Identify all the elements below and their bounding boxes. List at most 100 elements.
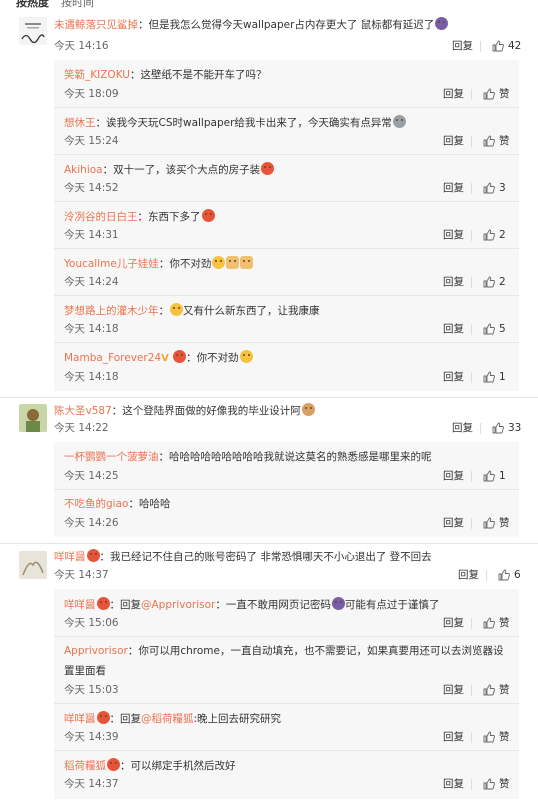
thumbs-up-icon <box>483 684 495 696</box>
reply-button[interactable]: 回复 <box>443 275 464 289</box>
username[interactable]: 咩咩醤 <box>64 599 96 611</box>
mention-link[interactable]: @稻荷糧狐 <box>141 713 194 725</box>
emoji-icon <box>301 403 315 416</box>
separator <box>471 230 472 241</box>
username[interactable]: Youcallme儿子娃娃 <box>64 258 159 270</box>
comment-text: 这个登陆界面做的好像我的毕业设计阿 <box>122 405 301 417</box>
username[interactable]: 想休王 <box>64 117 96 129</box>
username[interactable]: 稻荷糧狐 <box>64 760 106 772</box>
reply-button[interactable]: 回复 <box>443 616 464 630</box>
like-button[interactable]: 33 <box>492 421 521 435</box>
reply-text: 你可以用chrome，一直自动填充，也不需要记，如果真要用还可以去浏览器设 <box>138 645 504 657</box>
username[interactable]: 一杯鹦鹦一个菠萝油 <box>64 451 159 463</box>
reply-button[interactable]: 回复 <box>443 181 464 195</box>
reply-button[interactable]: 回复 <box>443 777 464 791</box>
divider <box>54 248 519 249</box>
like-button[interactable]: 赞 <box>483 616 510 630</box>
username[interactable]: 咩咩醤 <box>54 551 86 563</box>
reply-button[interactable]: 回复 <box>443 87 464 101</box>
divider <box>0 397 538 398</box>
username[interactable]: 笑簕_KIZOKU <box>64 69 130 81</box>
avatar[interactable] <box>19 551 47 579</box>
like-button[interactable]: 3 <box>483 181 506 195</box>
reply-time: 今天 15:03 <box>64 684 119 696</box>
username[interactable]: 不吃鱼的giao <box>64 498 128 510</box>
divider <box>54 489 519 490</box>
username[interactable]: Akihioa <box>64 164 103 176</box>
like-count: 赞 <box>499 684 510 696</box>
reply-time: 今天 14:37 <box>64 778 119 790</box>
separator <box>471 183 472 194</box>
emoji-icon <box>96 711 110 724</box>
like-count: 6 <box>514 569 521 581</box>
reply-text: 双十一了，该买个大点的房子装 <box>113 164 261 176</box>
emoji-icon <box>201 209 215 222</box>
reply-time: 今天 14:18 <box>64 323 119 335</box>
reply-button[interactable]: 回复 <box>443 370 464 384</box>
tab-sort-hot[interactable]: 按热度 <box>16 0 49 9</box>
reply-button[interactable]: 回复 <box>452 39 473 53</box>
emoji-icon <box>86 549 100 562</box>
divider <box>54 750 519 751</box>
reply-button[interactable]: 回复 <box>452 421 473 435</box>
username[interactable]: 咩咩醤 <box>64 713 96 725</box>
reply-time: 今天 14:18 <box>64 371 119 383</box>
like-button[interactable]: 6 <box>498 568 521 582</box>
username[interactable]: 陈大圣v587 <box>54 405 112 417</box>
like-count: 42 <box>508 40 522 52</box>
reply-text: 你不对劲 <box>169 258 212 270</box>
reply-button[interactable]: 回复 <box>443 228 464 242</box>
thumbs-up-icon <box>483 276 495 288</box>
like-button[interactable]: 赞 <box>483 87 510 101</box>
like-button[interactable]: 42 <box>492 39 521 53</box>
separator <box>471 518 472 529</box>
like-count: 33 <box>508 422 522 434</box>
thumbs-up-icon <box>483 229 495 241</box>
avatar[interactable] <box>19 404 47 432</box>
like-button[interactable]: 1 <box>483 370 506 384</box>
like-button[interactable]: 1 <box>483 469 506 483</box>
tab-sort-time[interactable]: 按时间 <box>61 0 94 9</box>
separator <box>471 136 472 147</box>
reply-button[interactable]: 回复 <box>443 683 464 697</box>
reply-time: 今天 14:52 <box>64 182 119 194</box>
like-count: 赞 <box>499 778 510 790</box>
like-button[interactable]: 2 <box>483 275 506 289</box>
emoji-icon <box>107 758 120 771</box>
like-count: 赞 <box>499 517 510 529</box>
separator <box>471 324 472 335</box>
username[interactable]: Apprivorisor <box>64 645 128 657</box>
like-button[interactable]: 赞 <box>483 730 510 744</box>
like-count: 赞 <box>499 135 510 147</box>
reply-button[interactable]: 回复 <box>443 516 464 530</box>
username[interactable]: 泠冽谷的日白王 <box>64 211 138 223</box>
reply-time: 今天 15:06 <box>64 617 119 629</box>
separator <box>471 277 472 288</box>
username[interactable]: 梦想路上的灌木少年 <box>64 305 159 317</box>
separator <box>471 685 472 696</box>
like-button[interactable]: 2 <box>483 228 506 242</box>
avatar[interactable] <box>19 17 47 45</box>
username[interactable]: 未遇鲸落只见鲨掉 <box>54 19 138 31</box>
reply-text: 东西下多了 <box>148 211 201 223</box>
like-button[interactable]: 赞 <box>483 683 510 697</box>
mention-link[interactable]: @Apprivorisor <box>141 599 215 611</box>
reply-button[interactable]: 回复 <box>443 134 464 148</box>
like-button[interactable]: 赞 <box>483 134 510 148</box>
reply-button[interactable]: 回复 <box>458 568 479 582</box>
reply-button[interactable]: 回复 <box>443 730 464 744</box>
separator <box>480 423 481 434</box>
reply-button[interactable]: 回复 <box>443 469 464 483</box>
thumbs-up-icon <box>483 470 495 482</box>
username[interactable]: Mamba_Forever24 <box>64 352 161 364</box>
thumbs-up-icon <box>483 371 495 383</box>
like-button[interactable]: 赞 <box>483 516 510 530</box>
reply-time: 今天 14:31 <box>64 229 119 241</box>
like-count: 赞 <box>499 617 510 629</box>
reply-button[interactable]: 回复 <box>443 322 464 336</box>
like-button[interactable]: 5 <box>483 322 506 336</box>
comment-text: 我已经记不住自己的账号密码了 非常恐惧哪天不小心退出了 登不回去 <box>110 551 432 563</box>
thumbs-up-icon <box>483 182 495 194</box>
separator <box>471 618 472 629</box>
like-button[interactable]: 赞 <box>483 777 510 791</box>
